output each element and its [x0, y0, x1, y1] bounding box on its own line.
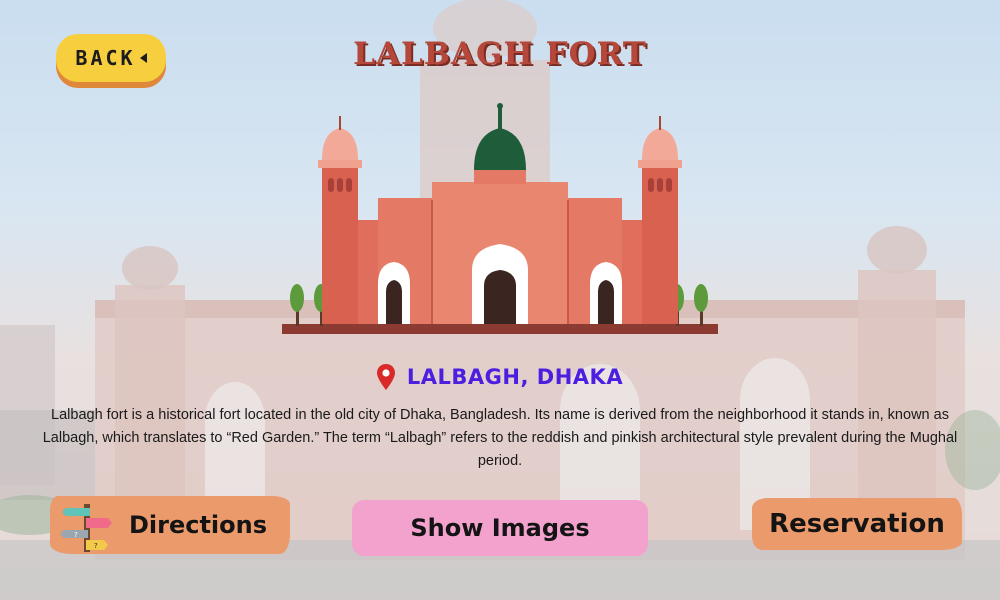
location-label: LALBAGH, DHAKA — [406, 365, 624, 389]
svg-text:?: ? — [94, 542, 98, 550]
fort-illustration — [282, 103, 718, 334]
reservation-button[interactable]: Reservation — [752, 498, 962, 550]
signpost-icon: ? ? — [60, 504, 112, 552]
page-title: LALBAGH FORT — [353, 36, 647, 72]
show-images-button[interactable]: Show Images — [352, 500, 648, 556]
map-pin-icon — [376, 364, 395, 390]
svg-text:?: ? — [74, 531, 78, 539]
show-images-button-label: Show Images — [410, 514, 590, 542]
directions-button-label: Directions — [128, 511, 268, 539]
location-row: LALBAGH, DHAKA — [0, 364, 1000, 390]
directions-button[interactable]: ? ? Directions — [50, 496, 290, 554]
reservation-button-label: Reservation — [769, 509, 945, 539]
description-text: Lalbagh fort is a historical fort locate… — [42, 407, 958, 469]
